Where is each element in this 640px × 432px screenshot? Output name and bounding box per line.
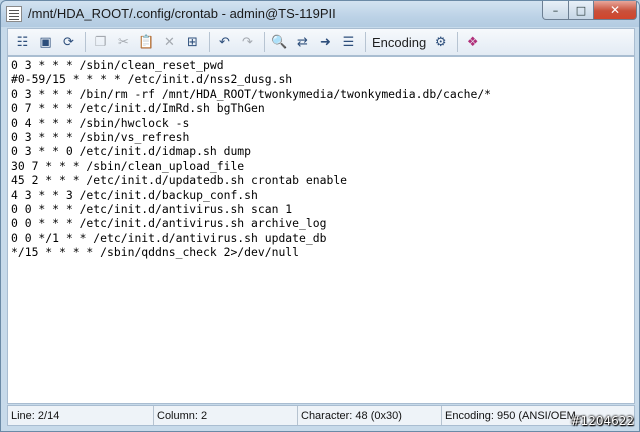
paste-icon[interactable]: 📋 — [136, 32, 157, 52]
editor-line[interactable]: 0 3 * * 0 /etc/init.d/idmap.sh dump — [8, 144, 634, 158]
watermark-text: #1204622 — [570, 414, 635, 428]
find-icon[interactable]: 🔍 — [269, 32, 290, 52]
editor-line[interactable]: #0-59/15 * * * * /etc/init.d/nss2_dusg.s… — [8, 72, 634, 86]
delete-icon[interactable]: ✕ — [159, 32, 180, 52]
replace-icon[interactable]: ⇄ — [292, 32, 313, 52]
editor-line[interactable]: 45 2 * * * /etc/init.d/updatedb.sh cront… — [8, 173, 634, 187]
toolbar-separator — [457, 32, 459, 52]
editor-line[interactable]: 0 4 * * * /sbin/hwclock -s — [8, 116, 634, 130]
title-bar[interactable]: /mnt/HDA_ROOT/.config/crontab - admin@TS… — [1, 1, 639, 27]
editor-line[interactable]: 0 7 * * * /etc/init.d/ImRd.sh bgThGen — [8, 101, 634, 115]
copy-icon[interactable]: ❐ — [90, 32, 111, 52]
status-bar: Line: 2/14 Column: 2 Character: 48 (0x30… — [7, 405, 635, 426]
status-line: Line: 2/14 — [8, 406, 154, 425]
toolbar-separator — [264, 32, 265, 52]
editor-line[interactable]: 30 7 * * * /sbin/clean_upload_file — [8, 159, 634, 173]
gear-icon[interactable]: ⚙ — [430, 32, 451, 52]
refresh-icon[interactable]: ⟳ — [58, 32, 79, 52]
toolbar: ☷ ▣ ⟳ ❐ ✂ 📋 ✕ ⊞ ↶ ↷ 🔍 ⇄ ➜ ☰ Encoding ⚙ ❖ — [7, 28, 635, 56]
editor-line[interactable]: 0 0 */1 * * /etc/init.d/antivirus.sh upd… — [8, 231, 634, 245]
editor-line[interactable]: 0 0 * * * /etc/init.d/antivirus.sh archi… — [8, 216, 634, 230]
encoding-button[interactable]: Encoding — [372, 35, 426, 50]
close-button[interactable]: ✕ — [593, 1, 637, 20]
editor-line[interactable]: 0 0 * * * /etc/init.d/antivirus.sh scan … — [8, 202, 634, 216]
save-icon[interactable]: ▣ — [35, 32, 56, 52]
toolbar-separator — [209, 32, 210, 52]
toolbar-separator — [85, 32, 86, 52]
maximize-button[interactable]: □ — [568, 1, 594, 20]
find-next-icon[interactable]: ➜ — [315, 32, 336, 52]
editor-line[interactable]: 4 3 * * 3 /etc/init.d/backup_conf.sh — [8, 188, 634, 202]
notepad-icon — [6, 6, 22, 22]
toolbar-separator — [365, 32, 366, 52]
editor-window: /mnt/HDA_ROOT/.config/crontab - admin@TS… — [0, 0, 640, 432]
minimize-button[interactable]: – — [542, 1, 569, 20]
status-character: Character: 48 (0x30) — [298, 406, 442, 425]
select-all-icon[interactable]: ⊞ — [182, 32, 203, 52]
book-icon[interactable]: ❖ — [462, 32, 483, 52]
editor-line[interactable]: 0 3 * * * /sbin/vs_refresh — [8, 130, 634, 144]
cut-icon[interactable]: ✂ — [113, 32, 134, 52]
editor-line[interactable]: 0 3 * * * /bin/rm -rf /mnt/HDA_ROOT/twon… — [8, 87, 634, 101]
properties-icon[interactable]: ☷ — [12, 32, 33, 52]
editor-line[interactable]: 0 3 * * * /sbin/clean_reset_pwd — [8, 58, 634, 72]
redo-icon[interactable]: ↷ — [237, 32, 258, 52]
editor-lines: 0 3 * * * /sbin/clean_reset_pwd #0-59/15… — [8, 57, 634, 260]
window-title: /mnt/HDA_ROOT/.config/crontab - admin@TS… — [28, 6, 336, 21]
editor-line[interactable]: */15 * * * * /sbin/qddns_check 2>/dev/nu… — [8, 245, 634, 259]
status-column: Column: 2 — [154, 406, 298, 425]
text-editor[interactable]: 0 3 * * * /sbin/clean_reset_pwd #0-59/15… — [7, 56, 635, 404]
undo-icon[interactable]: ↶ — [214, 32, 235, 52]
goto-icon[interactable]: ☰ — [338, 32, 359, 52]
